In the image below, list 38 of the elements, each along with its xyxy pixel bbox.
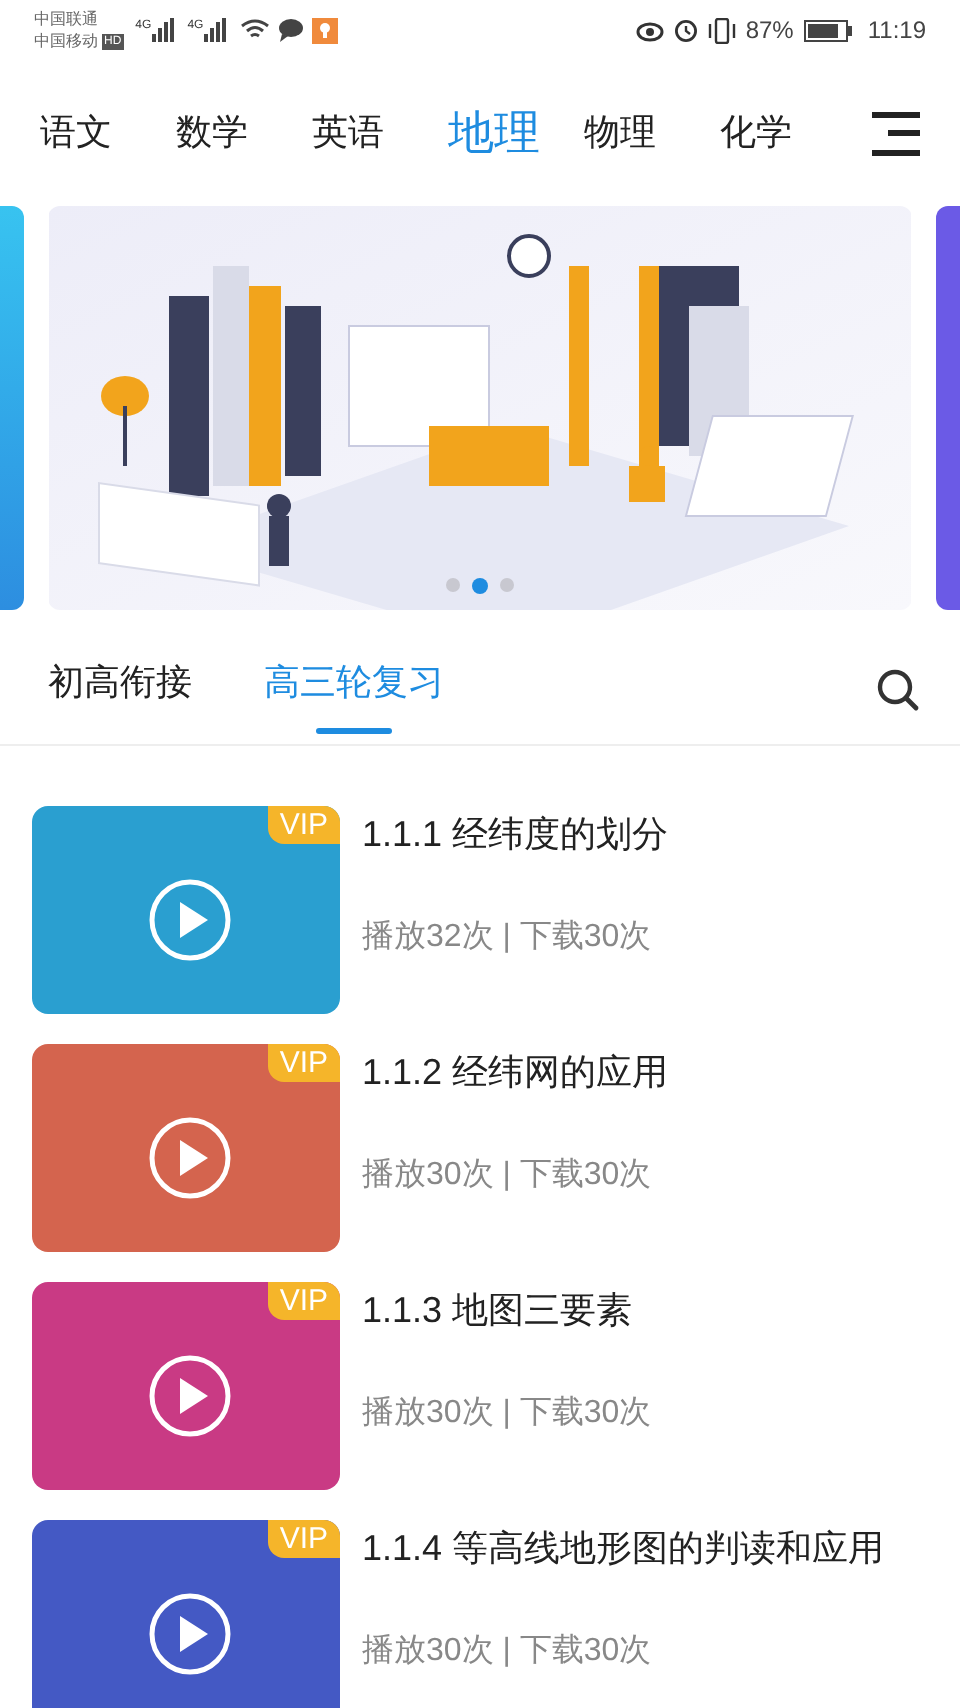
vip-badge: VIP (267, 1520, 340, 1558)
battery-icon (803, 19, 852, 41)
signal-icon (151, 18, 176, 42)
signal-icon (203, 18, 228, 42)
search-icon[interactable] (876, 668, 920, 712)
lesson-title[interactable]: 1.1.2 经纬网的应用 (362, 1048, 669, 1096)
play-icon[interactable] (148, 1116, 232, 1200)
lesson-title[interactable]: 1.1.1 经纬度的划分 (362, 810, 669, 858)
subject-tab[interactable]: 数学 (176, 106, 312, 160)
subject-tab[interactable]: 化学 (720, 106, 856, 160)
vip-badge: VIP (267, 1044, 340, 1082)
subject-tab[interactable]: 物理 (584, 106, 720, 160)
lesson-title[interactable]: 1.1.4 等高线地形图的判读和应用 (362, 1524, 885, 1572)
menu-icon[interactable] (872, 111, 920, 155)
subject-tab[interactable]: 语文 (40, 106, 176, 160)
vip-badge: VIP (267, 806, 340, 844)
lesson-stats: 播放32次 | 下载30次 (362, 917, 654, 958)
carrier-name: 中国联通 (34, 8, 98, 30)
lesson-stats: 播放30次 | 下载30次 (362, 1155, 654, 1196)
vibrate-icon (707, 17, 736, 43)
subject-tab[interactable]: 地理 (448, 98, 584, 168)
play-icon[interactable] (148, 878, 232, 962)
play-icon[interactable] (148, 1354, 232, 1438)
wifi-icon (239, 18, 270, 42)
clock-time: 11:19 (867, 14, 926, 48)
carrier-name: 中国移动 (34, 30, 98, 52)
alarm-clock-icon (673, 18, 698, 42)
vip-badge: VIP (267, 1282, 340, 1320)
subject-tab[interactable]: 英语 (312, 106, 448, 160)
battery-percent: 87% (745, 14, 794, 48)
lesson-stats: 播放30次 | 下载30次 (362, 1631, 654, 1672)
section-tab[interactable]: 初高衔接 (48, 652, 192, 744)
lesson-title[interactable]: 1.1.3 地图三要素 (362, 1286, 652, 1334)
chat-bubble-icon (277, 18, 304, 42)
eye-icon (635, 19, 664, 41)
lesson-stats: 播放30次 | 下载30次 (362, 1393, 652, 1434)
section-tab[interactable]: 高三轮复习 (264, 652, 444, 744)
play-icon[interactable] (148, 1592, 232, 1676)
